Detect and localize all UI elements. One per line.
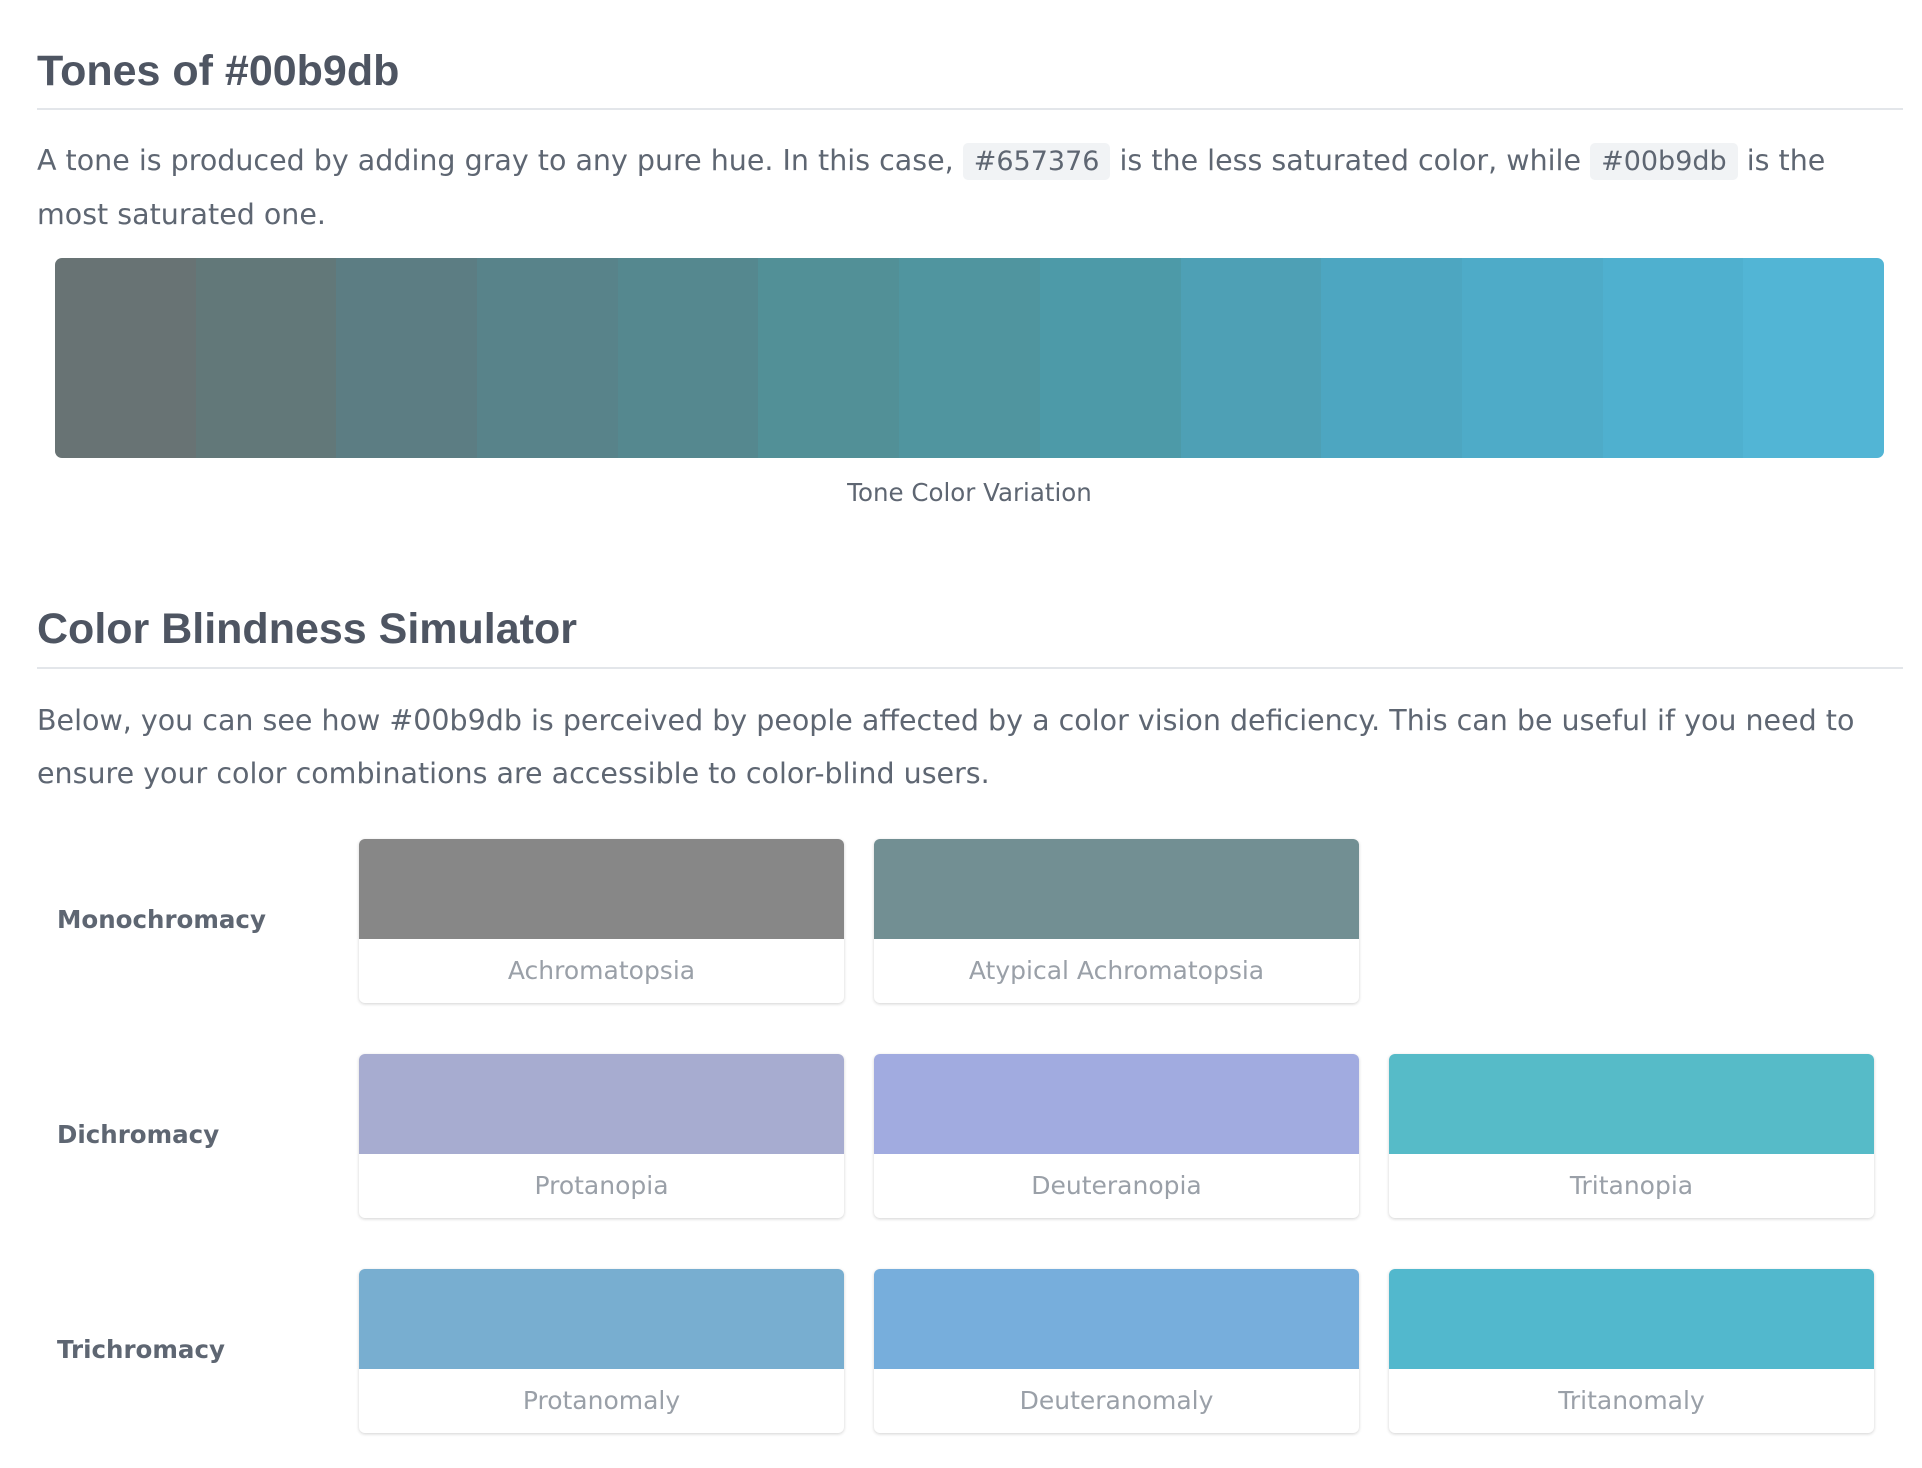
hex-least-saturated: #657376 — [962, 143, 1111, 180]
tone-swatch-13[interactable] — [1743, 258, 1884, 458]
cb-card-deuteranomaly[interactable]: Deuteranomaly — [874, 1269, 1359, 1433]
color-swatch — [359, 839, 844, 939]
color-swatch — [874, 1054, 1359, 1154]
card-label: Protanomaly — [522, 1386, 681, 1415]
card-label: Deuteranomaly — [1019, 1386, 1214, 1415]
tones-description: A tone is produced by adding gray to any… — [37, 134, 1887, 241]
row-label: Monochromacy — [57, 905, 266, 934]
cb-row-monochromacy: Monochromacy Achromatopsia Atypical Achr… — [37, 839, 1903, 1005]
colorblind-heading: Color Blindness Simulator — [37, 605, 577, 653]
color-swatch — [359, 1054, 844, 1154]
color-swatch — [359, 1269, 844, 1369]
tone-strip-caption: Tone Color Variation — [847, 478, 1092, 507]
tones-desc-middle: is the less saturated color, while — [1110, 144, 1591, 177]
tones-divider — [37, 108, 1903, 110]
colorblind-description: Below, you can see how #00b9db is percei… — [37, 704, 1855, 790]
tone-swatch-5[interactable] — [617, 258, 759, 458]
cb-card-protanomaly[interactable]: Protanomaly — [359, 1269, 844, 1433]
color-swatch — [874, 1269, 1359, 1369]
cb-card-tritanopia[interactable]: Tritanopia — [1389, 1054, 1874, 1218]
color-swatch — [1389, 1269, 1874, 1369]
tone-swatch-8[interactable] — [1039, 258, 1181, 458]
tone-swatch-4[interactable] — [477, 258, 618, 458]
tone-swatch-12[interactable] — [1602, 258, 1744, 458]
hex-most-saturated: #00b9db — [1590, 143, 1738, 180]
colorblind-divider — [37, 667, 1903, 669]
card-label: Tritanomaly — [1558, 1386, 1705, 1415]
tone-swatch-6[interactable] — [758, 258, 900, 458]
row-label: Dichromacy — [57, 1120, 220, 1149]
card-label: Atypical Achromatopsia — [968, 956, 1265, 985]
color-swatch — [874, 839, 1359, 939]
card-label: Achromatopsia — [507, 956, 696, 985]
tone-swatch-11[interactable] — [1461, 258, 1603, 458]
cb-card-achromatopsia[interactable]: Achromatopsia — [359, 839, 844, 1003]
cb-row-dichromacy: Dichromacy Protanopia Deuteranopia Trita… — [37, 1054, 1903, 1220]
cb-card-tritanomaly[interactable]: Tritanomaly — [1389, 1269, 1874, 1433]
card-label: Tritanopia — [1569, 1171, 1694, 1200]
tone-color-strip — [55, 258, 1884, 458]
cb-row-trichromacy: Trichromacy Protanomaly Deuteranomaly Tr… — [37, 1269, 1903, 1435]
card-label: Deuteranopia — [1031, 1171, 1202, 1200]
tone-swatch-2[interactable] — [195, 258, 337, 458]
cb-card-deuteranopia[interactable]: Deuteranopia — [874, 1054, 1359, 1218]
tones-heading: Tones of #00b9db — [37, 47, 400, 95]
cb-card-protanopia[interactable]: Protanopia — [359, 1054, 844, 1218]
cb-card-atypical-achromatopsia[interactable]: Atypical Achromatopsia — [874, 839, 1359, 1003]
color-swatch — [1389, 1054, 1874, 1154]
tones-desc-before: A tone is produced by adding gray to any… — [37, 144, 963, 177]
card-label: Protanopia — [534, 1171, 669, 1200]
tone-swatch-9[interactable] — [1180, 258, 1322, 458]
tone-swatch-10[interactable] — [1321, 258, 1462, 458]
tone-swatch-7[interactable] — [899, 258, 1040, 458]
tone-swatch-3[interactable] — [336, 258, 478, 458]
tone-swatch-1[interactable] — [55, 258, 196, 458]
row-label: Trichromacy — [57, 1335, 225, 1364]
